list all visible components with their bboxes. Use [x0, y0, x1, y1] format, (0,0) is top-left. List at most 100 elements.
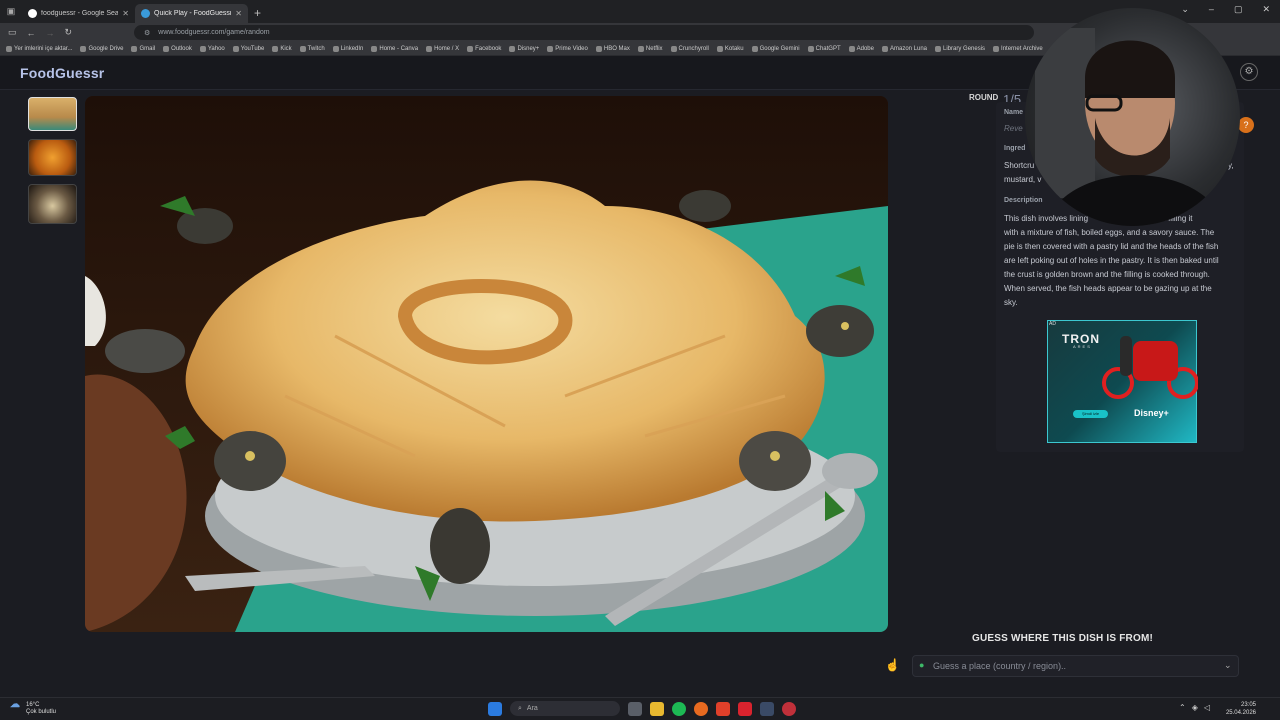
bookmark-label: ChatGPT	[815, 45, 841, 52]
bookmark-label: YouTube	[240, 45, 265, 52]
maximize-icon[interactable]: ▢	[1234, 4, 1243, 15]
webcam-overlay	[1025, 8, 1240, 226]
tab-title: Quick Play - FoodGuessr | Food	[154, 10, 232, 17]
bookmark-item[interactable]: Outlook	[163, 45, 192, 52]
bookmark-item[interactable]: Gmail	[131, 45, 156, 52]
ingredients-line-2: mustard, v	[1004, 175, 1042, 184]
spotify-icon[interactable]	[672, 701, 686, 716]
bookmark-item[interactable]: Google Drive	[80, 45, 124, 52]
gear-icon[interactable]: ⚙	[1240, 63, 1258, 81]
logo[interactable]: FoodGuessr	[20, 65, 104, 81]
close-icon[interactable]: ✕	[235, 9, 242, 18]
bookmark-label: LinkedIn	[340, 45, 364, 52]
photo-thumbnails	[28, 97, 77, 224]
bookmark-item[interactable]: Disney+	[509, 45, 539, 52]
tab-foodguessr[interactable]: Quick Play - FoodGuessr | Food ✕	[135, 4, 248, 23]
chevron-up-icon[interactable]: ⌃	[1179, 703, 1186, 712]
bookmark-icon	[716, 45, 723, 52]
bookmark-label: Outlook	[171, 45, 192, 52]
bookmark-item[interactable]: Google Gemini	[751, 45, 800, 52]
bookmark-label: Google Drive	[88, 45, 124, 52]
bookmark-icon	[670, 45, 677, 52]
bookmark-item[interactable]: Adobe	[848, 45, 874, 52]
new-tab-icon[interactable]: +	[254, 6, 261, 20]
bookmark-item[interactable]: Kick	[272, 45, 292, 52]
bookmark-item[interactable]: Library Genesis	[935, 45, 985, 52]
url-text: www.foodguessr.com/game/random	[158, 29, 270, 36]
tab-menu-icon[interactable]: ▣	[0, 6, 22, 17]
brave-icon[interactable]	[716, 701, 730, 716]
help-icon[interactable]: ?	[1238, 117, 1254, 133]
close-icon[interactable]: ✕	[122, 9, 129, 18]
bookmark-label: Google Gemini	[759, 45, 800, 52]
back-icon[interactable]: ←	[27, 28, 36, 38]
description-line: When served, the fish heads appear to be…	[1004, 284, 1212, 293]
thumbnail-2[interactable]	[28, 139, 77, 176]
url-field[interactable]: ⚙ www.foodguessr.com/game/random	[134, 25, 1034, 40]
bookmark-item[interactable]: Home - Canva	[371, 45, 418, 52]
forward-icon[interactable]: →	[46, 28, 55, 38]
bookmark-icon	[751, 45, 758, 52]
weather-widget[interactable]: ☁ 16°C Çok bulutlu	[10, 700, 56, 716]
bookmark-item[interactable]: Prime Video	[547, 45, 588, 52]
bookmark-item[interactable]: Kotaku	[716, 45, 744, 52]
chevron-down-icon[interactable]: ⌄	[1224, 660, 1232, 671]
bookmark-label: Kick	[280, 45, 292, 52]
vivaldi-icon[interactable]	[738, 701, 752, 716]
tab-google-search[interactable]: foodguessr - Google Search ✕	[22, 4, 135, 23]
bookmark-item[interactable]: Yahoo	[199, 45, 225, 52]
firefox-icon[interactable]	[694, 701, 708, 716]
close-window-icon[interactable]: ✕	[1262, 4, 1270, 15]
bookmark-item[interactable]: Twitch	[299, 45, 325, 52]
site-info-icon[interactable]: ⚙	[144, 29, 150, 37]
disney-plus-logo: Disney+	[1134, 408, 1169, 418]
clock-date: 25.04.2026	[1225, 710, 1256, 716]
bookmark-item[interactable]: Netflix	[637, 45, 663, 52]
thumbnail-1[interactable]	[28, 97, 77, 131]
bookmark-item[interactable]: Amazon Luna	[881, 45, 927, 52]
bookmark-item[interactable]: HBO Max	[595, 45, 630, 52]
taskbar-search[interactable]: ⌕ Ara	[510, 701, 620, 716]
bookmark-item[interactable]: ChatGPT	[807, 45, 841, 52]
bookmark-item[interactable]: Internet Archive	[993, 45, 1043, 52]
windows-start-icon[interactable]	[488, 701, 502, 716]
bookmark-item[interactable]: Facebook	[467, 45, 501, 52]
bookmark-label: Adobe	[856, 45, 874, 52]
bookmark-icon	[467, 45, 474, 52]
globe-icon: ●	[919, 660, 925, 670]
opera-icon[interactable]	[782, 701, 796, 716]
person-silhouette	[1035, 28, 1225, 226]
description-line: pie is then covered with a pastry lid an…	[1004, 242, 1219, 251]
network-icon[interactable]: ◈	[1192, 703, 1198, 712]
guess-input[interactable]	[933, 657, 1213, 675]
dish-photo[interactable]	[85, 96, 888, 632]
hand-cursor-icon: ☝	[885, 658, 900, 672]
system-tray: ⌃ ◈ ◁	[1179, 703, 1210, 712]
bookmark-item[interactable]: LinkedIn	[332, 45, 364, 52]
task-view-icon[interactable]	[628, 701, 642, 716]
bookmark-item[interactable]: Crunchyroll	[670, 45, 709, 52]
reload-icon[interactable]: ↻	[65, 27, 73, 38]
bookmark-item[interactable]: Home / X	[426, 45, 459, 52]
description-line: are left poking out of holes in the past…	[1004, 256, 1219, 265]
ad-watch-button[interactable]: Şimdi izle	[1073, 410, 1108, 418]
foodguessr-icon	[141, 9, 150, 18]
bookmark-label: Gmail	[139, 45, 156, 52]
steam-icon[interactable]	[760, 701, 774, 716]
file-explorer-icon[interactable]	[650, 701, 664, 716]
tab-title: foodguessr - Google Search	[41, 10, 119, 17]
bookmark-icon	[6, 45, 12, 52]
clock[interactable]: 23:05 25.04.2026	[1226, 701, 1256, 717]
bookmark-icon	[993, 45, 1000, 52]
bookmark-item[interactable]: YouTube	[232, 45, 265, 52]
thumbnail-3[interactable]	[28, 184, 77, 224]
bookmark-item[interactable]: Yer imlerini içe aktar...	[6, 45, 72, 52]
bookmark-icon	[131, 45, 138, 52]
chevron-down-icon[interactable]: ⌄	[1181, 4, 1189, 15]
bookmark-label: Crunchyroll	[678, 45, 709, 52]
bookmark-icon	[163, 45, 170, 52]
description-text: This dish involves lining , then filling…	[1004, 212, 1239, 310]
sidebar-icon[interactable]: ▭	[8, 27, 17, 38]
volume-icon[interactable]: ◁	[1204, 703, 1210, 712]
minimize-icon[interactable]: –	[1209, 4, 1214, 15]
